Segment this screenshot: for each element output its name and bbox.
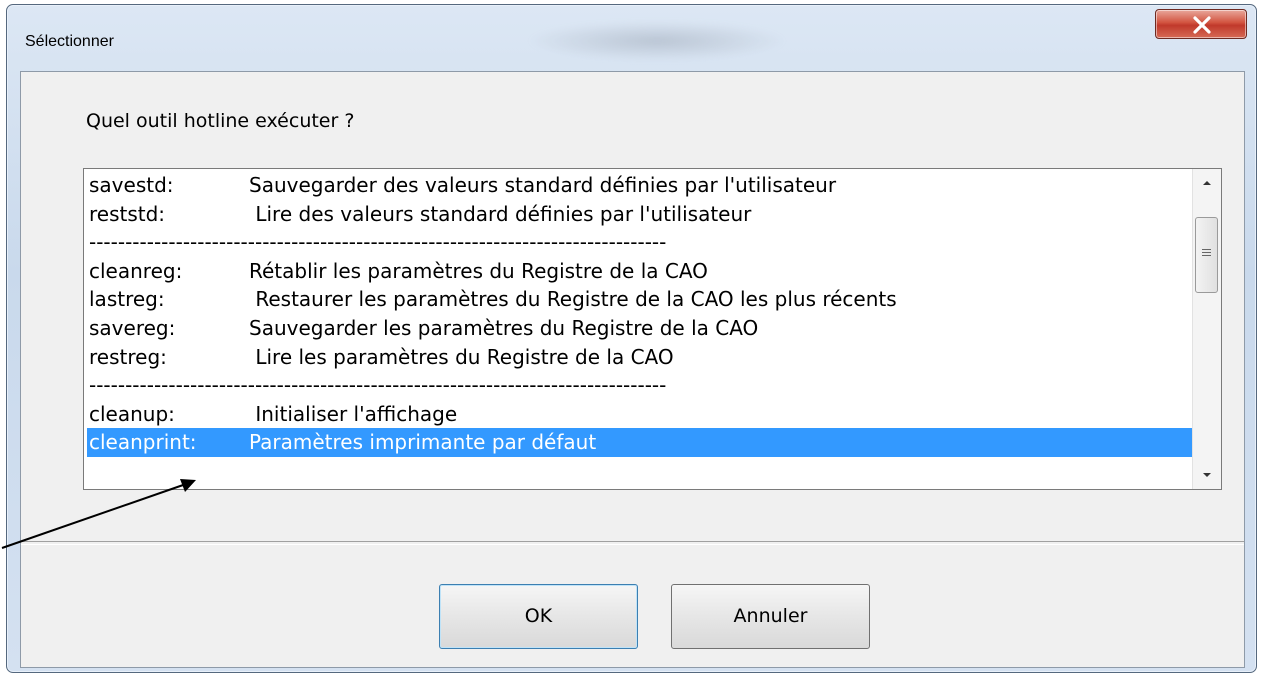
annotation-arrow xyxy=(1,479,196,549)
